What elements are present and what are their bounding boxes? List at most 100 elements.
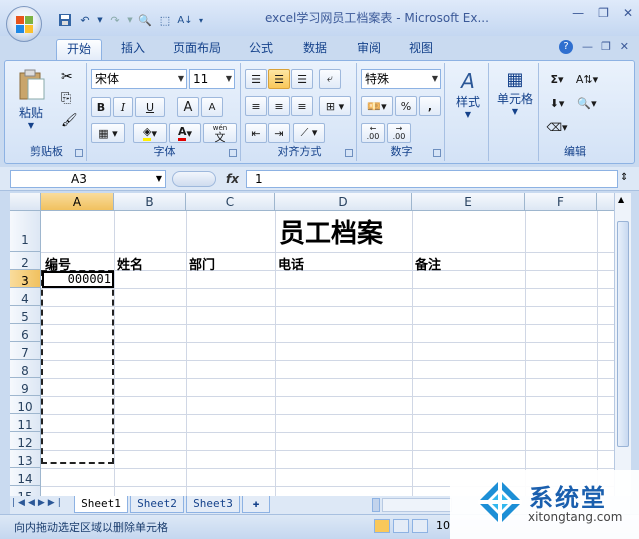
ribbon-restore-icon[interactable]: ❐ bbox=[601, 40, 611, 53]
page-break-view-icon[interactable] bbox=[412, 519, 428, 533]
format-painter-icon[interactable]: 🖌 bbox=[61, 113, 78, 128]
redo-dropdown-icon[interactable]: ▼ bbox=[126, 12, 134, 28]
tab-data[interactable]: 数据 bbox=[292, 39, 338, 60]
sheet-title-cell[interactable]: 员工档案 bbox=[41, 213, 614, 250]
column-header-a[interactable]: A bbox=[41, 193, 114, 211]
ribbon-close-icon[interactable]: ✕ bbox=[620, 40, 629, 53]
align-right-button[interactable]: ≡ bbox=[291, 96, 313, 116]
scroll-up-icon[interactable]: ▲ bbox=[618, 195, 624, 204]
row-header-12[interactable]: 12 bbox=[10, 432, 41, 450]
find-select-button[interactable]: 🔍 ▾ bbox=[573, 93, 601, 113]
zoom-level[interactable]: 10 bbox=[436, 519, 450, 532]
column-header-e[interactable]: E bbox=[412, 193, 525, 211]
alignment-launcher-icon[interactable] bbox=[345, 149, 353, 157]
formula-bar-handle[interactable] bbox=[172, 171, 216, 187]
wrap-text-button[interactable]: ⤶ bbox=[319, 69, 341, 89]
row-header-14[interactable]: 14 bbox=[10, 468, 41, 486]
undo-icon[interactable]: ↶ bbox=[76, 12, 94, 28]
increase-indent-button[interactable]: ⇥ bbox=[268, 123, 290, 143]
header-cell-d2[interactable]: 电话 bbox=[278, 254, 304, 273]
tab-home[interactable]: 开始 bbox=[56, 39, 102, 60]
name-box[interactable]: A3 ▼ bbox=[10, 170, 166, 188]
shrink-font-button[interactable]: A bbox=[201, 97, 223, 117]
scrollbar-thumb[interactable] bbox=[617, 221, 629, 447]
number-launcher-icon[interactable] bbox=[433, 149, 441, 157]
row-header-15[interactable]: 15 bbox=[10, 486, 41, 496]
font-name-combo[interactable]: 宋体 ▼ bbox=[91, 69, 187, 89]
row-header-8[interactable]: 8 bbox=[10, 360, 41, 378]
font-size-combo[interactable]: 11 ▼ bbox=[189, 69, 235, 89]
expand-formula-bar-icon[interactable]: ⇕ bbox=[620, 172, 628, 183]
minimize-icon[interactable]: — bbox=[572, 6, 584, 20]
paste-button[interactable]: 粘贴 ▼ bbox=[13, 67, 49, 137]
align-middle-button[interactable]: ☰ bbox=[268, 69, 290, 89]
row-header-4[interactable]: 4 bbox=[10, 288, 41, 306]
save-icon[interactable] bbox=[56, 12, 74, 28]
tab-formulas[interactable]: 公式 bbox=[238, 39, 284, 60]
align-bottom-button[interactable]: ☰ bbox=[291, 69, 313, 89]
fill-button[interactable]: ⬇ ▾ bbox=[543, 93, 571, 113]
sheet-tab-1[interactable]: Sheet1 bbox=[74, 496, 128, 513]
insert-function-icon[interactable]: fx bbox=[226, 172, 239, 186]
insert-sheet-icon[interactable]: ✚ bbox=[242, 496, 270, 513]
tab-insert[interactable]: 插入 bbox=[110, 39, 156, 60]
sheet-tab-2[interactable]: Sheet2 bbox=[130, 496, 184, 513]
phonetic-button[interactable]: wén 文 bbox=[203, 123, 237, 143]
tab-page-layout[interactable]: 页面布局 bbox=[164, 39, 230, 60]
merge-center-button[interactable]: ⊞ ▾ bbox=[319, 96, 351, 116]
bold-button[interactable]: B bbox=[91, 97, 111, 117]
normal-view-icon[interactable] bbox=[374, 519, 390, 533]
sheet-tab-3[interactable]: Sheet3 bbox=[186, 496, 240, 513]
worksheet-grid[interactable]: A B C D E F 123456789101112131415 员工档案 编… bbox=[10, 193, 614, 496]
font-launcher-icon[interactable] bbox=[229, 149, 237, 157]
clear-button[interactable]: ⌫ ▾ bbox=[543, 117, 571, 137]
formula-input[interactable]: 1 bbox=[246, 170, 618, 188]
number-format-combo[interactable]: 特殊 ▼ bbox=[361, 69, 441, 89]
header-cell-c2[interactable]: 部门 bbox=[189, 254, 215, 273]
currency-button[interactable]: 💴 ▾ bbox=[361, 96, 393, 116]
vertical-scrollbar[interactable]: ▲ bbox=[614, 193, 631, 496]
copy-icon[interactable]: ⎘ bbox=[61, 91, 71, 106]
select-all-button[interactable] bbox=[10, 193, 41, 211]
column-header-c[interactable]: C bbox=[186, 193, 275, 211]
orientation-button[interactable]: ⟋ ▾ bbox=[293, 123, 325, 143]
fill-color-button[interactable]: ◈ ▾ bbox=[133, 123, 167, 143]
ribbon-minimize-icon[interactable]: — bbox=[582, 40, 593, 53]
print-preview-icon[interactable]: 🔍 bbox=[136, 12, 154, 28]
comma-button[interactable]: , bbox=[419, 96, 441, 116]
column-header-d[interactable]: D bbox=[275, 193, 412, 211]
borders-button[interactable]: ▦ ▾ bbox=[91, 123, 125, 143]
row-header-10[interactable]: 10 bbox=[10, 396, 41, 414]
hscroll-splitter[interactable] bbox=[372, 498, 380, 512]
page-layout-view-icon[interactable] bbox=[393, 519, 409, 533]
decrease-decimal-button[interactable]: → .00 bbox=[387, 123, 411, 143]
clipboard-launcher-icon[interactable] bbox=[75, 149, 83, 157]
active-cell-a3[interactable]: 000001 bbox=[42, 271, 114, 288]
row-header-6[interactable]: 6 bbox=[10, 324, 41, 342]
row-header-7[interactable]: 7 bbox=[10, 342, 41, 360]
cut-icon[interactable]: ✂ bbox=[61, 69, 73, 85]
help-icon[interactable]: ? bbox=[559, 40, 573, 54]
row-header-1[interactable]: 1 bbox=[10, 211, 41, 252]
customize-toolbar-icon[interactable]: ▾ bbox=[196, 12, 206, 28]
column-header-b[interactable]: B bbox=[114, 193, 186, 211]
percent-button[interactable]: % bbox=[395, 96, 417, 116]
horizontal-scrollbar[interactable] bbox=[382, 498, 452, 512]
align-left-button[interactable]: ≡ bbox=[245, 96, 267, 116]
grow-font-button[interactable]: A bbox=[177, 97, 199, 117]
tab-view[interactable]: 视图 bbox=[398, 39, 444, 60]
header-cell-e2[interactable]: 备注 bbox=[415, 254, 441, 273]
sheet-nav-arrows-icon[interactable]: |◀◀▶▶| bbox=[12, 498, 64, 508]
row-header-2[interactable]: 2 bbox=[10, 252, 41, 270]
tab-review[interactable]: 审阅 bbox=[346, 39, 392, 60]
row-header-11[interactable]: 11 bbox=[10, 414, 41, 432]
font-color-button[interactable]: A ▾ bbox=[169, 123, 201, 143]
cells-button[interactable]: ▦ 单元格 ▼ bbox=[491, 69, 539, 116]
row-header-3[interactable]: 3 bbox=[10, 270, 41, 288]
close-icon[interactable]: ✕ bbox=[623, 6, 633, 20]
office-button[interactable] bbox=[6, 6, 42, 42]
align-center-button[interactable]: ≡ bbox=[268, 96, 290, 116]
decrease-indent-button[interactable]: ⇤ bbox=[245, 123, 267, 143]
undo-dropdown-icon[interactable]: ▼ bbox=[96, 12, 104, 28]
restore-icon[interactable]: ❐ bbox=[598, 6, 609, 20]
